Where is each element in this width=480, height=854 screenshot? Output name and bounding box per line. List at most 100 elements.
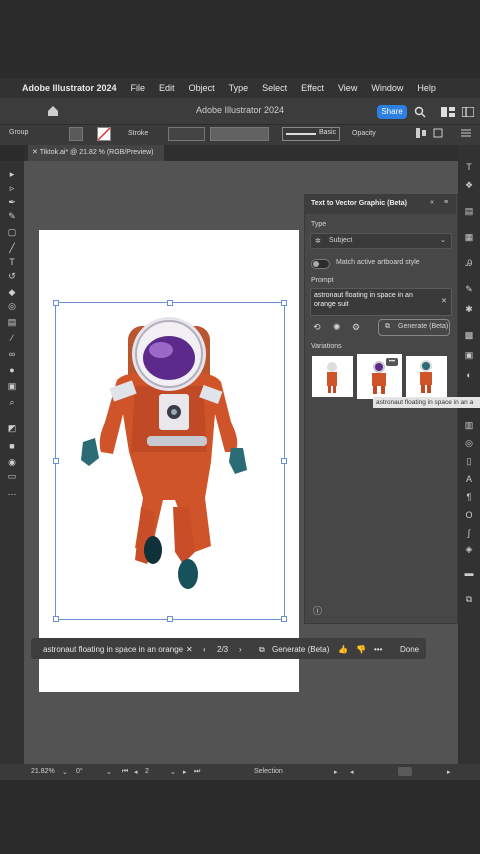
menu-list-icon[interactable] (460, 127, 472, 139)
home-icon[interactable] (47, 105, 59, 117)
type-dropdown[interactable]: ✲ Subject ⌄ (310, 233, 452, 249)
workspace-icon[interactable] (462, 107, 474, 117)
previous-artboard-icon[interactable]: ◂ (134, 768, 138, 776)
paintbrush-tool-icon[interactable]: ╱ (6, 243, 18, 253)
prompt-input[interactable]: astronaut floating in space in an orange… (310, 288, 452, 316)
done-button[interactable]: Done (400, 645, 419, 654)
info-icon[interactable]: ⓘ (313, 604, 322, 617)
context-prompt-input[interactable]: astronaut floating in space in an orange (43, 645, 185, 654)
thumbs-down-icon[interactable]: 👎 (356, 645, 366, 654)
draw-mode-icon[interactable]: ◉ (6, 457, 18, 467)
layers-icon[interactable]: ▦ (464, 232, 474, 242)
direct-selection-tool-icon[interactable]: ▹ (6, 183, 18, 193)
text-to-vector-icon[interactable]: Ꭿ (464, 258, 474, 268)
screen-mode-icon[interactable]: ▭ (6, 471, 18, 481)
layers-stack-icon[interactable]: ◈ (464, 544, 474, 554)
context-generate-button[interactable]: Generate (Beta) (272, 645, 329, 654)
effects-icon[interactable]: ✺ (333, 322, 341, 333)
generate-button[interactable]: ⧉ Generate (Beta) (378, 319, 450, 336)
opentype-icon[interactable]: O (464, 510, 474, 520)
gradient-tool-icon[interactable]: ▤ (6, 317, 18, 327)
transform-icon[interactable] (432, 127, 444, 139)
scroll-left-icon[interactable]: ◂ (350, 768, 354, 776)
eyedropper-tool-icon[interactable]: ⁄ (6, 333, 18, 343)
rotation-value[interactable]: 0° (76, 768, 83, 775)
first-artboard-icon[interactable]: ⏮ (122, 768, 128, 776)
clear-prompt-icon[interactable]: ✕ (441, 297, 447, 305)
context-more-button[interactable]: ••• (374, 645, 382, 654)
clear-context-prompt-icon[interactable]: ✕ (186, 645, 193, 654)
horizontal-scrollbar-thumb[interactable] (398, 767, 412, 776)
selection-tool-icon[interactable]: ▸ (6, 169, 18, 179)
zoom-level[interactable]: 21.82% (31, 768, 55, 775)
handle-bottom-left[interactable] (53, 616, 59, 622)
eraser-tool-icon[interactable]: ◆ (6, 287, 18, 297)
character-icon[interactable]: A (464, 474, 474, 484)
document-info-icon[interactable]: ▯ (464, 456, 474, 466)
stroke-weight-field[interactable] (168, 127, 205, 141)
zoom-dropdown-icon[interactable]: ⌄ (62, 768, 68, 776)
symbols-icon[interactable]: ✱ (464, 304, 474, 314)
zoom-tool-icon[interactable]: ⌕ (6, 397, 18, 407)
variation-thumbnail-1[interactable] (312, 356, 353, 397)
appearance-icon[interactable]: ◐ (464, 370, 474, 380)
handle-bottom-right[interactable] (281, 616, 287, 622)
artboard-tool-icon[interactable]: ▣ (6, 381, 18, 391)
more-options-icon[interactable]: ••• (386, 358, 398, 366)
menu-type[interactable]: Type (229, 83, 249, 93)
color-mode-icon[interactable]: ■ (6, 441, 18, 451)
rotate-tool-icon[interactable]: ↺ (6, 271, 18, 281)
next-variation-icon[interactable]: › (239, 645, 242, 654)
style-picker-icon[interactable]: ⟲ (313, 322, 321, 333)
shape-builder-icon[interactable]: ◎ (6, 301, 18, 311)
stroke-label[interactable]: Stroke (128, 130, 148, 137)
menu-app-name[interactable]: Adobe Illustrator 2024 (22, 83, 117, 93)
handle-bottom-center[interactable] (167, 616, 173, 622)
next-artboard-icon[interactable]: ▸ (183, 768, 187, 776)
graphic-styles-icon[interactable]: ▥ (464, 420, 474, 430)
menu-object[interactable]: Object (189, 83, 215, 93)
align-icon[interactable] (415, 127, 427, 139)
menu-view[interactable]: View (338, 83, 357, 93)
handle-top-left[interactable] (53, 300, 59, 306)
menu-edit[interactable]: Edit (159, 83, 175, 93)
close-tab-icon[interactable]: ✕ (32, 149, 40, 156)
artboard-dropdown-icon[interactable]: ⌄ (170, 768, 176, 776)
stroke-swatch[interactable] (97, 127, 111, 141)
menu-select[interactable]: Select (262, 83, 287, 93)
color-guide-icon[interactable]: ◎ (464, 438, 474, 448)
variable-width-profile[interactable] (210, 127, 269, 141)
settings-gear-icon[interactable]: ⚙ (352, 322, 360, 333)
text-panel-icon[interactable]: T (464, 162, 474, 172)
last-artboard-icon[interactable]: ⏭ (194, 768, 200, 776)
fill-stroke-swap-icon[interactable]: ◩ (6, 423, 18, 433)
opacity-label[interactable]: Opacity (352, 130, 376, 137)
swatches-icon[interactable]: ▩ (464, 330, 474, 340)
symbol-sprayer-icon[interactable]: ● (6, 365, 18, 375)
previous-variation-icon[interactable]: ‹ (203, 645, 206, 654)
brush-definition-dropdown[interactable]: Basic (282, 127, 340, 141)
variation-thumbnail-2[interactable]: ••• (357, 354, 402, 399)
search-icon[interactable] (414, 106, 426, 118)
variation-thumbnail-3[interactable] (406, 356, 447, 397)
fill-swatch[interactable] (69, 127, 83, 141)
handle-top-center[interactable] (167, 300, 173, 306)
pen-tool-icon[interactable]: ✒ (6, 197, 18, 207)
more-tools-icon[interactable]: ⋯ (6, 489, 18, 499)
handle-middle-left[interactable] (53, 458, 59, 464)
curvature-tool-icon[interactable]: ✎ (6, 211, 18, 221)
artboards-icon[interactable]: ▣ (464, 350, 474, 360)
collapse-panel-icon[interactable]: « (430, 199, 434, 206)
links-icon[interactable]: ⧉ (464, 594, 474, 604)
status-menu-arrow-icon[interactable]: ▸ (334, 768, 338, 776)
rotation-dropdown-icon[interactable]: ⌄ (106, 768, 112, 776)
libraries-icon[interactable]: ❖ (464, 180, 474, 190)
artboard-number[interactable]: 2 (145, 768, 149, 775)
scroll-right-icon[interactable]: ▸ (447, 768, 451, 776)
share-button[interactable]: Share (377, 105, 407, 119)
document-tab[interactable]: ✕ Tiktok.ai* @ 21.82 % (RGB/Preview) (28, 145, 164, 161)
match-artboard-toggle[interactable] (311, 259, 330, 269)
menu-help[interactable]: Help (417, 83, 436, 93)
brushes-icon[interactable]: ✎ (464, 284, 474, 294)
menu-file[interactable]: File (131, 83, 146, 93)
